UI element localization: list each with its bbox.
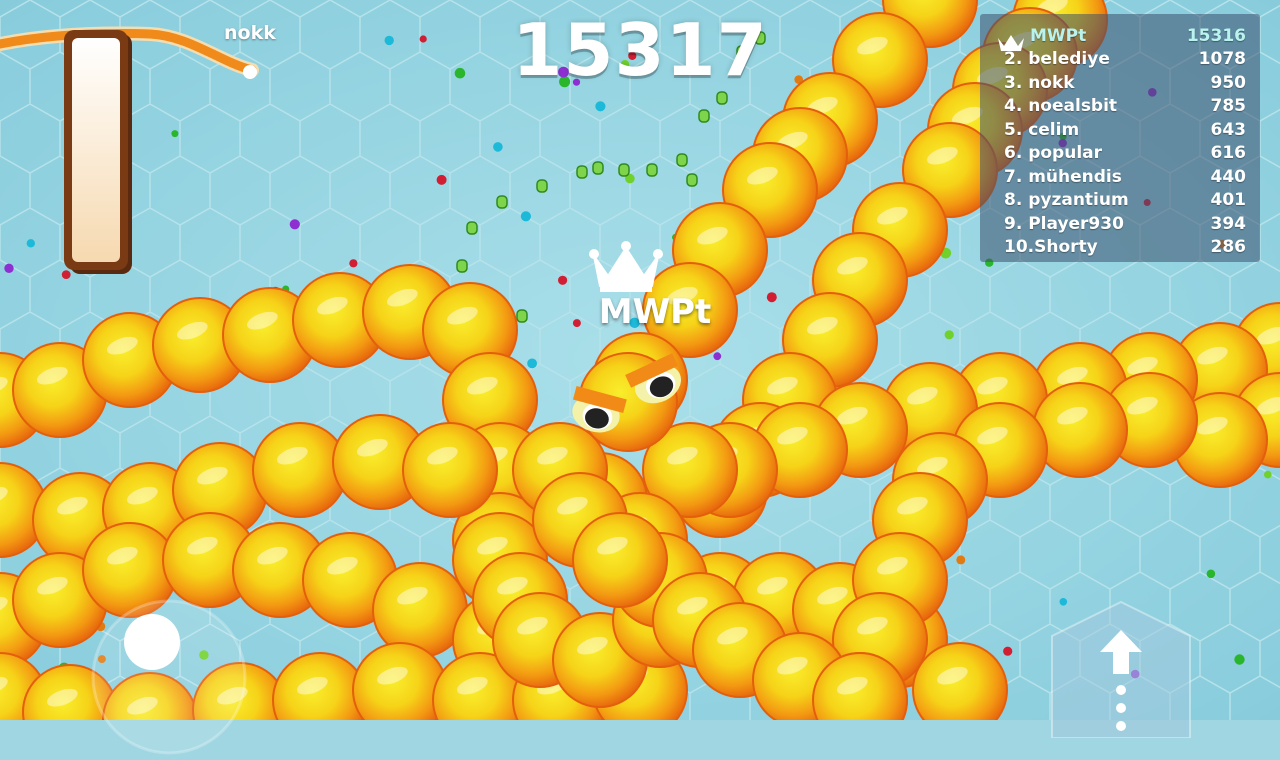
- food-pellet: [676, 153, 688, 167]
- leaderboard-row: 7. mühendis 440: [980, 167, 1260, 190]
- food-pellet: [536, 179, 548, 193]
- leaderboard-name: MWPt: [1030, 26, 1087, 46]
- crown-icon: [588, 238, 664, 294]
- food-pellet: [516, 309, 528, 323]
- leaderboard-name: 5. celim: [1004, 120, 1080, 140]
- food-pellet: [944, 330, 954, 340]
- snake-segment: [1032, 382, 1128, 478]
- food-pellet: [1264, 470, 1272, 479]
- leaderboard-name: 3. nokk: [1004, 73, 1075, 93]
- leaderboard-name: 7. mühendis: [1004, 167, 1122, 187]
- joystick-knob: [124, 614, 180, 670]
- leaderboard-row: 8. pyzantium 401: [980, 190, 1260, 213]
- leaderboard-score: 785: [1210, 96, 1247, 116]
- leaderboard-row: 4. noealsbit 785: [980, 96, 1260, 119]
- food-pellet: [956, 555, 966, 565]
- leaderboard-score: 440: [1210, 167, 1247, 187]
- leaderboard-name: 2. belediye: [1004, 49, 1110, 69]
- food-pellet: [618, 163, 630, 177]
- leaderboard-score: 286: [1210, 237, 1247, 257]
- food-pellet: [466, 221, 478, 235]
- food-pellet: [646, 163, 658, 177]
- leaderboard-row: 3. nokk 950: [980, 73, 1260, 96]
- food-pellet: [595, 101, 606, 112]
- leaderboard-score: 643: [1210, 120, 1247, 140]
- player-name-label: MWPt: [598, 292, 712, 332]
- leaderboard-row: 2. belediye 1078: [980, 49, 1260, 72]
- food-pellet: [558, 275, 568, 285]
- food-pellet: [716, 91, 728, 105]
- food-pellet: [592, 161, 604, 175]
- food-pellet: [4, 263, 14, 273]
- snake-segment: [572, 512, 668, 608]
- food-pellet: [456, 259, 468, 273]
- leaderboard-row: 6. popular 616: [980, 143, 1260, 166]
- food-pellet: [496, 195, 508, 209]
- food-pellet: [527, 358, 537, 369]
- leaderboard-row-self: MWPt 15316: [980, 26, 1260, 49]
- leaderboard-name: 8. pyzantium: [1004, 190, 1129, 210]
- leaderboard-name: 9. Player930: [1004, 214, 1124, 234]
- food-pellet: [349, 259, 358, 268]
- leaderboard-name: 6. popular: [1004, 143, 1103, 163]
- leaderboard-row: 5. celim 643: [980, 120, 1260, 143]
- food-pellet: [686, 173, 698, 187]
- leaderboard-name: 10.Shorty: [1004, 237, 1098, 257]
- leaderboard-score: 950: [1210, 73, 1247, 93]
- leaderboard-row: 9. Player930 394: [980, 214, 1260, 237]
- food-pellet: [289, 219, 300, 230]
- food-pellet: [171, 130, 179, 138]
- leaderboard-score: 15316: [1186, 26, 1246, 46]
- food-pellet: [520, 211, 532, 222]
- food-pellet: [1234, 654, 1245, 665]
- leaderboard-score: 1078: [1198, 49, 1246, 69]
- food-pellet: [698, 109, 710, 123]
- leaderboard-row: 10.Shorty 286: [980, 237, 1260, 260]
- snake-segment: [402, 422, 498, 518]
- food-pellet: [1003, 646, 1013, 656]
- food-pellet: [1206, 569, 1216, 579]
- leaderboard-score: 401: [1210, 190, 1247, 210]
- food-pellet: [713, 352, 722, 361]
- joystick[interactable]: [90, 598, 248, 756]
- food-pellet: [26, 239, 35, 248]
- leaderboard-name: 4. noealsbit: [1004, 96, 1118, 116]
- food-pellet: [493, 142, 503, 152]
- leaderboard: MWPt 15316 2. belediye 1078 3. nokk 950 …: [980, 14, 1260, 262]
- leaderboard-score: 616: [1210, 143, 1247, 163]
- boost-button[interactable]: [1048, 598, 1194, 739]
- enemy-name-label: nokk: [224, 22, 276, 44]
- food-pellet: [576, 165, 588, 179]
- food-pellet: [436, 174, 447, 185]
- leaderboard-score: 394: [1210, 214, 1247, 234]
